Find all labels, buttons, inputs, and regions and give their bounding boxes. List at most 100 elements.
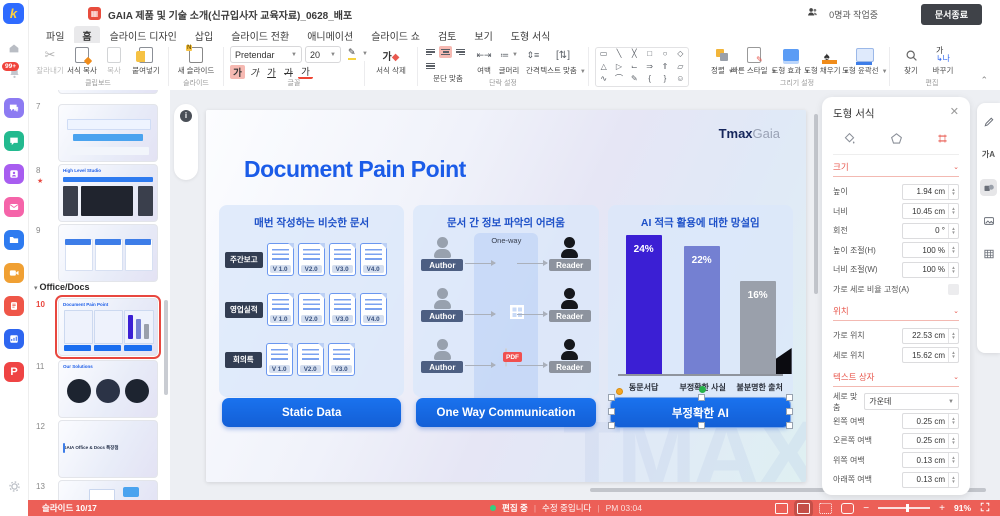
menu-insert[interactable]: 삽입 xyxy=(187,26,221,45)
zoom-out-icon[interactable]: − xyxy=(863,503,869,514)
image-tool-icon[interactable] xyxy=(980,212,997,229)
info-icon[interactable]: i xyxy=(180,110,192,122)
align-center-icon[interactable] xyxy=(439,46,452,58)
presentation-app-icon[interactable]: P xyxy=(4,362,24,382)
adjust-handle[interactable] xyxy=(616,388,623,395)
replace-button[interactable]: 가↳나 바꾸기 xyxy=(926,46,960,76)
size-section-header[interactable]: 크기⌄ xyxy=(833,155,959,177)
slide-canvas[interactable]: TMAX TmaxGaia Document Pain Point 매번 작성하… xyxy=(206,110,806,482)
shape-tab-icon[interactable] xyxy=(888,130,905,147)
menu-slideshow[interactable]: 슬라이드 쇼 xyxy=(363,26,428,45)
zoom-in-icon[interactable]: + xyxy=(939,503,945,514)
clear-format-button[interactable]: 가◆ 서식 삭제 xyxy=(371,46,411,76)
quick-style-button[interactable]: ✎ 빠른 스타일▼ xyxy=(734,46,774,76)
slide-9-thumbnail[interactable] xyxy=(58,224,158,282)
selection-handle[interactable] xyxy=(698,394,705,401)
text-fit-button[interactable]: [⇅] 텍스트 맞춤▼ xyxy=(544,46,582,76)
menu-slide-design[interactable]: 슬라이드 디자인 xyxy=(102,26,185,45)
selection-handle[interactable] xyxy=(786,422,793,429)
static-data-button[interactable]: Static Data xyxy=(222,398,401,427)
bold-button[interactable]: 가 xyxy=(230,65,245,79)
indent-button[interactable]: ⇤⇥ 여백 xyxy=(472,46,496,76)
fullscreen-icon[interactable] xyxy=(980,502,990,514)
margin-bottom-input[interactable]: ▲▼ xyxy=(902,472,959,488)
selection-handle[interactable] xyxy=(698,422,705,429)
rotation-handle[interactable] xyxy=(699,386,706,393)
close-document-button[interactable]: 문서종료 xyxy=(921,4,982,25)
mail-app-icon[interactable] xyxy=(4,197,24,217)
stepper-icon[interactable]: ▲▼ xyxy=(948,434,958,448)
slide-8-thumbnail[interactable]: High Level Studio xyxy=(58,164,158,222)
font-size-select[interactable]: 20▼ xyxy=(305,46,341,63)
slide-12-thumbnail[interactable]: GAIA Office & Docs 특장점 xyxy=(58,420,158,478)
menu-file[interactable]: 파일 xyxy=(38,26,72,45)
slide-6-thumbnail-partial[interactable] xyxy=(58,90,158,94)
stepper-icon[interactable]: ▲▼ xyxy=(948,263,958,277)
zoom-slider-thumb[interactable] xyxy=(906,504,909,512)
strikethrough-button[interactable]: 가 xyxy=(281,65,296,79)
shape-gallery[interactable]: ▭╲╳□○◇ △▷⌙⇒⇑▱ ∿⌒✎{}☺ xyxy=(595,47,689,87)
notes-view-icon[interactable] xyxy=(775,503,788,514)
messenger-app-icon[interactable] xyxy=(4,131,24,151)
selection-handle[interactable] xyxy=(786,394,793,401)
shape-fill-button[interactable]: ♠ 도형 채우기▼ xyxy=(808,46,846,76)
canvas-vertical-scrollbar[interactable] xyxy=(814,114,818,294)
bullets-button[interactable]: ≔▼ 글머리 xyxy=(496,46,522,76)
italic-button[interactable]: 가 xyxy=(247,65,262,79)
format-painter-button[interactable]: 서식 복사 xyxy=(66,46,98,76)
fill-tab-icon[interactable] xyxy=(841,130,858,147)
height-scale-input[interactable]: ▲▼ xyxy=(902,242,959,258)
home-icon[interactable] xyxy=(4,38,24,58)
pos-y-input[interactable]: ▲▼ xyxy=(902,347,959,363)
drive-app-icon[interactable] xyxy=(4,230,24,250)
slide-10-thumbnail-selected[interactable]: Document Pain Point xyxy=(58,298,158,356)
slide-7-thumbnail[interactable] xyxy=(58,104,158,162)
margin-right-input[interactable]: ▲▼ xyxy=(902,433,959,449)
align-right-icon[interactable] xyxy=(454,46,467,58)
stepper-icon[interactable]: ▲▼ xyxy=(948,185,958,199)
valign-select[interactable]: 가운데▼ xyxy=(864,393,959,410)
rotation-input[interactable]: ▲▼ xyxy=(902,223,959,239)
width-scale-input[interactable]: ▲▼ xyxy=(902,262,959,278)
docs-app-icon[interactable] xyxy=(4,296,24,316)
slide-title[interactable]: Document Pain Point xyxy=(244,156,466,183)
design-pen-icon[interactable] xyxy=(980,113,997,130)
margin-top-input[interactable]: ▲▼ xyxy=(902,452,959,468)
textbox-section-header[interactable]: 텍스트 상자⌄ xyxy=(833,365,959,387)
shape-effect-button[interactable]: 도형 효과▼ xyxy=(774,46,808,76)
one-way-communication-button[interactable]: One Way Communication xyxy=(416,398,595,427)
stepper-icon[interactable]: ▲▼ xyxy=(948,224,958,238)
chart-bar[interactable]: 16% xyxy=(740,281,776,375)
selection-handle[interactable] xyxy=(608,422,615,429)
align-left-icon[interactable] xyxy=(424,46,437,58)
find-button[interactable]: 찾기 xyxy=(896,46,926,76)
contacts-app-icon[interactable] xyxy=(4,164,24,184)
stepper-icon[interactable]: ▲▼ xyxy=(948,453,958,467)
shape-outline-button[interactable]: 도형 윤곽선▼ xyxy=(846,46,884,76)
aspect-lock-checkbox[interactable] xyxy=(948,284,959,295)
position-section-header[interactable]: 위치⌄ xyxy=(833,299,959,321)
menu-review[interactable]: 검토 xyxy=(430,26,464,45)
selection-handle[interactable] xyxy=(608,394,615,401)
stepper-icon[interactable]: ▲▼ xyxy=(948,329,958,343)
chat-app-icon[interactable] xyxy=(4,98,24,118)
menu-shape-format[interactable]: 도형 서식 xyxy=(503,26,559,45)
cut-button[interactable]: ✂ 잘라내기 xyxy=(34,46,66,76)
stepper-icon[interactable]: ▲▼ xyxy=(948,473,958,487)
app-logo[interactable]: k xyxy=(3,3,24,24)
stepper-icon[interactable]: ▲▼ xyxy=(948,243,958,257)
selection-handle[interactable] xyxy=(608,408,615,415)
size-tab-icon-selected[interactable] xyxy=(934,130,951,147)
selection-handle[interactable] xyxy=(786,408,793,415)
menu-view[interactable]: 보기 xyxy=(466,26,500,45)
font-family-select[interactable]: Pretendar▼ xyxy=(230,46,302,63)
underline-button[interactable]: 가 xyxy=(264,65,279,79)
thumbnail-scrollbar[interactable] xyxy=(164,300,168,395)
zoom-slider[interactable] xyxy=(878,507,930,509)
slide-11-thumbnail[interactable]: Our Solutions xyxy=(58,360,158,418)
width-input[interactable]: ▲▼ xyxy=(902,203,959,219)
copy-button[interactable]: 복사 xyxy=(98,46,130,76)
settings-gear-icon[interactable] xyxy=(4,476,24,496)
normal-view-icon-selected[interactable] xyxy=(797,503,810,514)
pos-x-input[interactable]: ▲▼ xyxy=(902,328,959,344)
